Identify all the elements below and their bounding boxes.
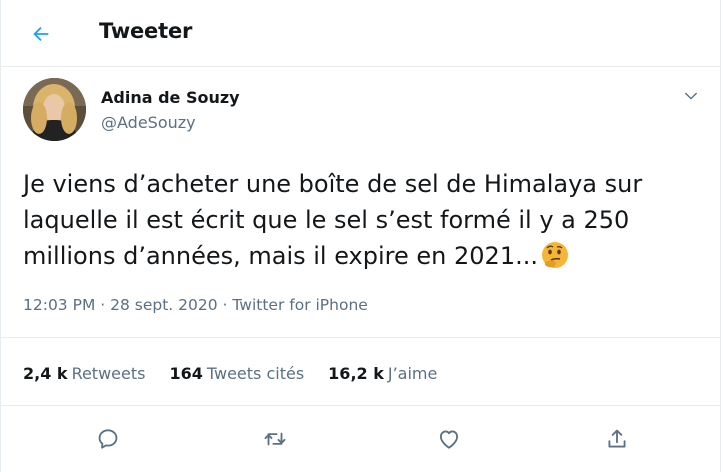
tweet-detail-panel: Tweeter Adina de Souzy @AdeSouzy Je vien…: [0, 0, 721, 472]
quote-tweets-stat[interactable]: 164 Tweets cités: [169, 364, 304, 383]
tweet-text: Je viens d’acheter une boîte de sel de H…: [23, 166, 699, 274]
chevron-down-icon: [682, 87, 700, 105]
likes-count: 16,2 k: [328, 364, 384, 383]
like-icon: [436, 426, 462, 452]
tweet-date[interactable]: 28 sept. 2020: [110, 296, 217, 314]
reply-icon: [95, 426, 121, 452]
share-button[interactable]: [602, 424, 632, 454]
arrow-left-icon: [30, 23, 52, 45]
meta-separator: ·: [95, 296, 111, 314]
divider: [1, 337, 720, 338]
tweet-stats: 2,4 k Retweets 164 Tweets cités 16,2 k J’aime: [23, 364, 461, 383]
tweet-metadata: 12:03 PM · 28 sept. 2020 · Twitter for i…: [23, 296, 368, 314]
thinking-face-emoji: [540, 240, 570, 270]
reply-button[interactable]: [93, 424, 123, 454]
divider: [1, 405, 720, 406]
meta-separator: ·: [217, 296, 233, 314]
quote-tweets-label: Tweets cités: [206, 364, 305, 383]
share-icon: [604, 426, 630, 452]
top-bar: Tweeter: [1, 0, 720, 67]
author-handle[interactable]: @AdeSouzy: [101, 113, 196, 132]
likes-stat[interactable]: 16,2 k J’aime: [328, 364, 437, 383]
like-button[interactable]: [434, 424, 464, 454]
likes-label: J’aime: [387, 364, 438, 383]
tweet-menu-button[interactable]: [679, 84, 703, 108]
author-name[interactable]: Adina de Souzy: [101, 88, 240, 107]
retweets-label: Retweets: [71, 364, 146, 383]
tweet-actions: [1, 424, 720, 454]
tweet-source[interactable]: Twitter for iPhone: [232, 296, 367, 314]
quote-tweets-count: 164: [169, 364, 203, 383]
retweet-icon: [262, 426, 288, 452]
avatar[interactable]: [23, 78, 86, 141]
retweets-count: 2,4 k: [23, 364, 68, 383]
retweets-stat[interactable]: 2,4 k Retweets: [23, 364, 145, 383]
page-title: Tweeter: [99, 19, 193, 43]
tweet-time[interactable]: 12:03 PM: [23, 296, 95, 314]
back-button[interactable]: [23, 16, 59, 52]
retweet-button[interactable]: [260, 424, 290, 454]
